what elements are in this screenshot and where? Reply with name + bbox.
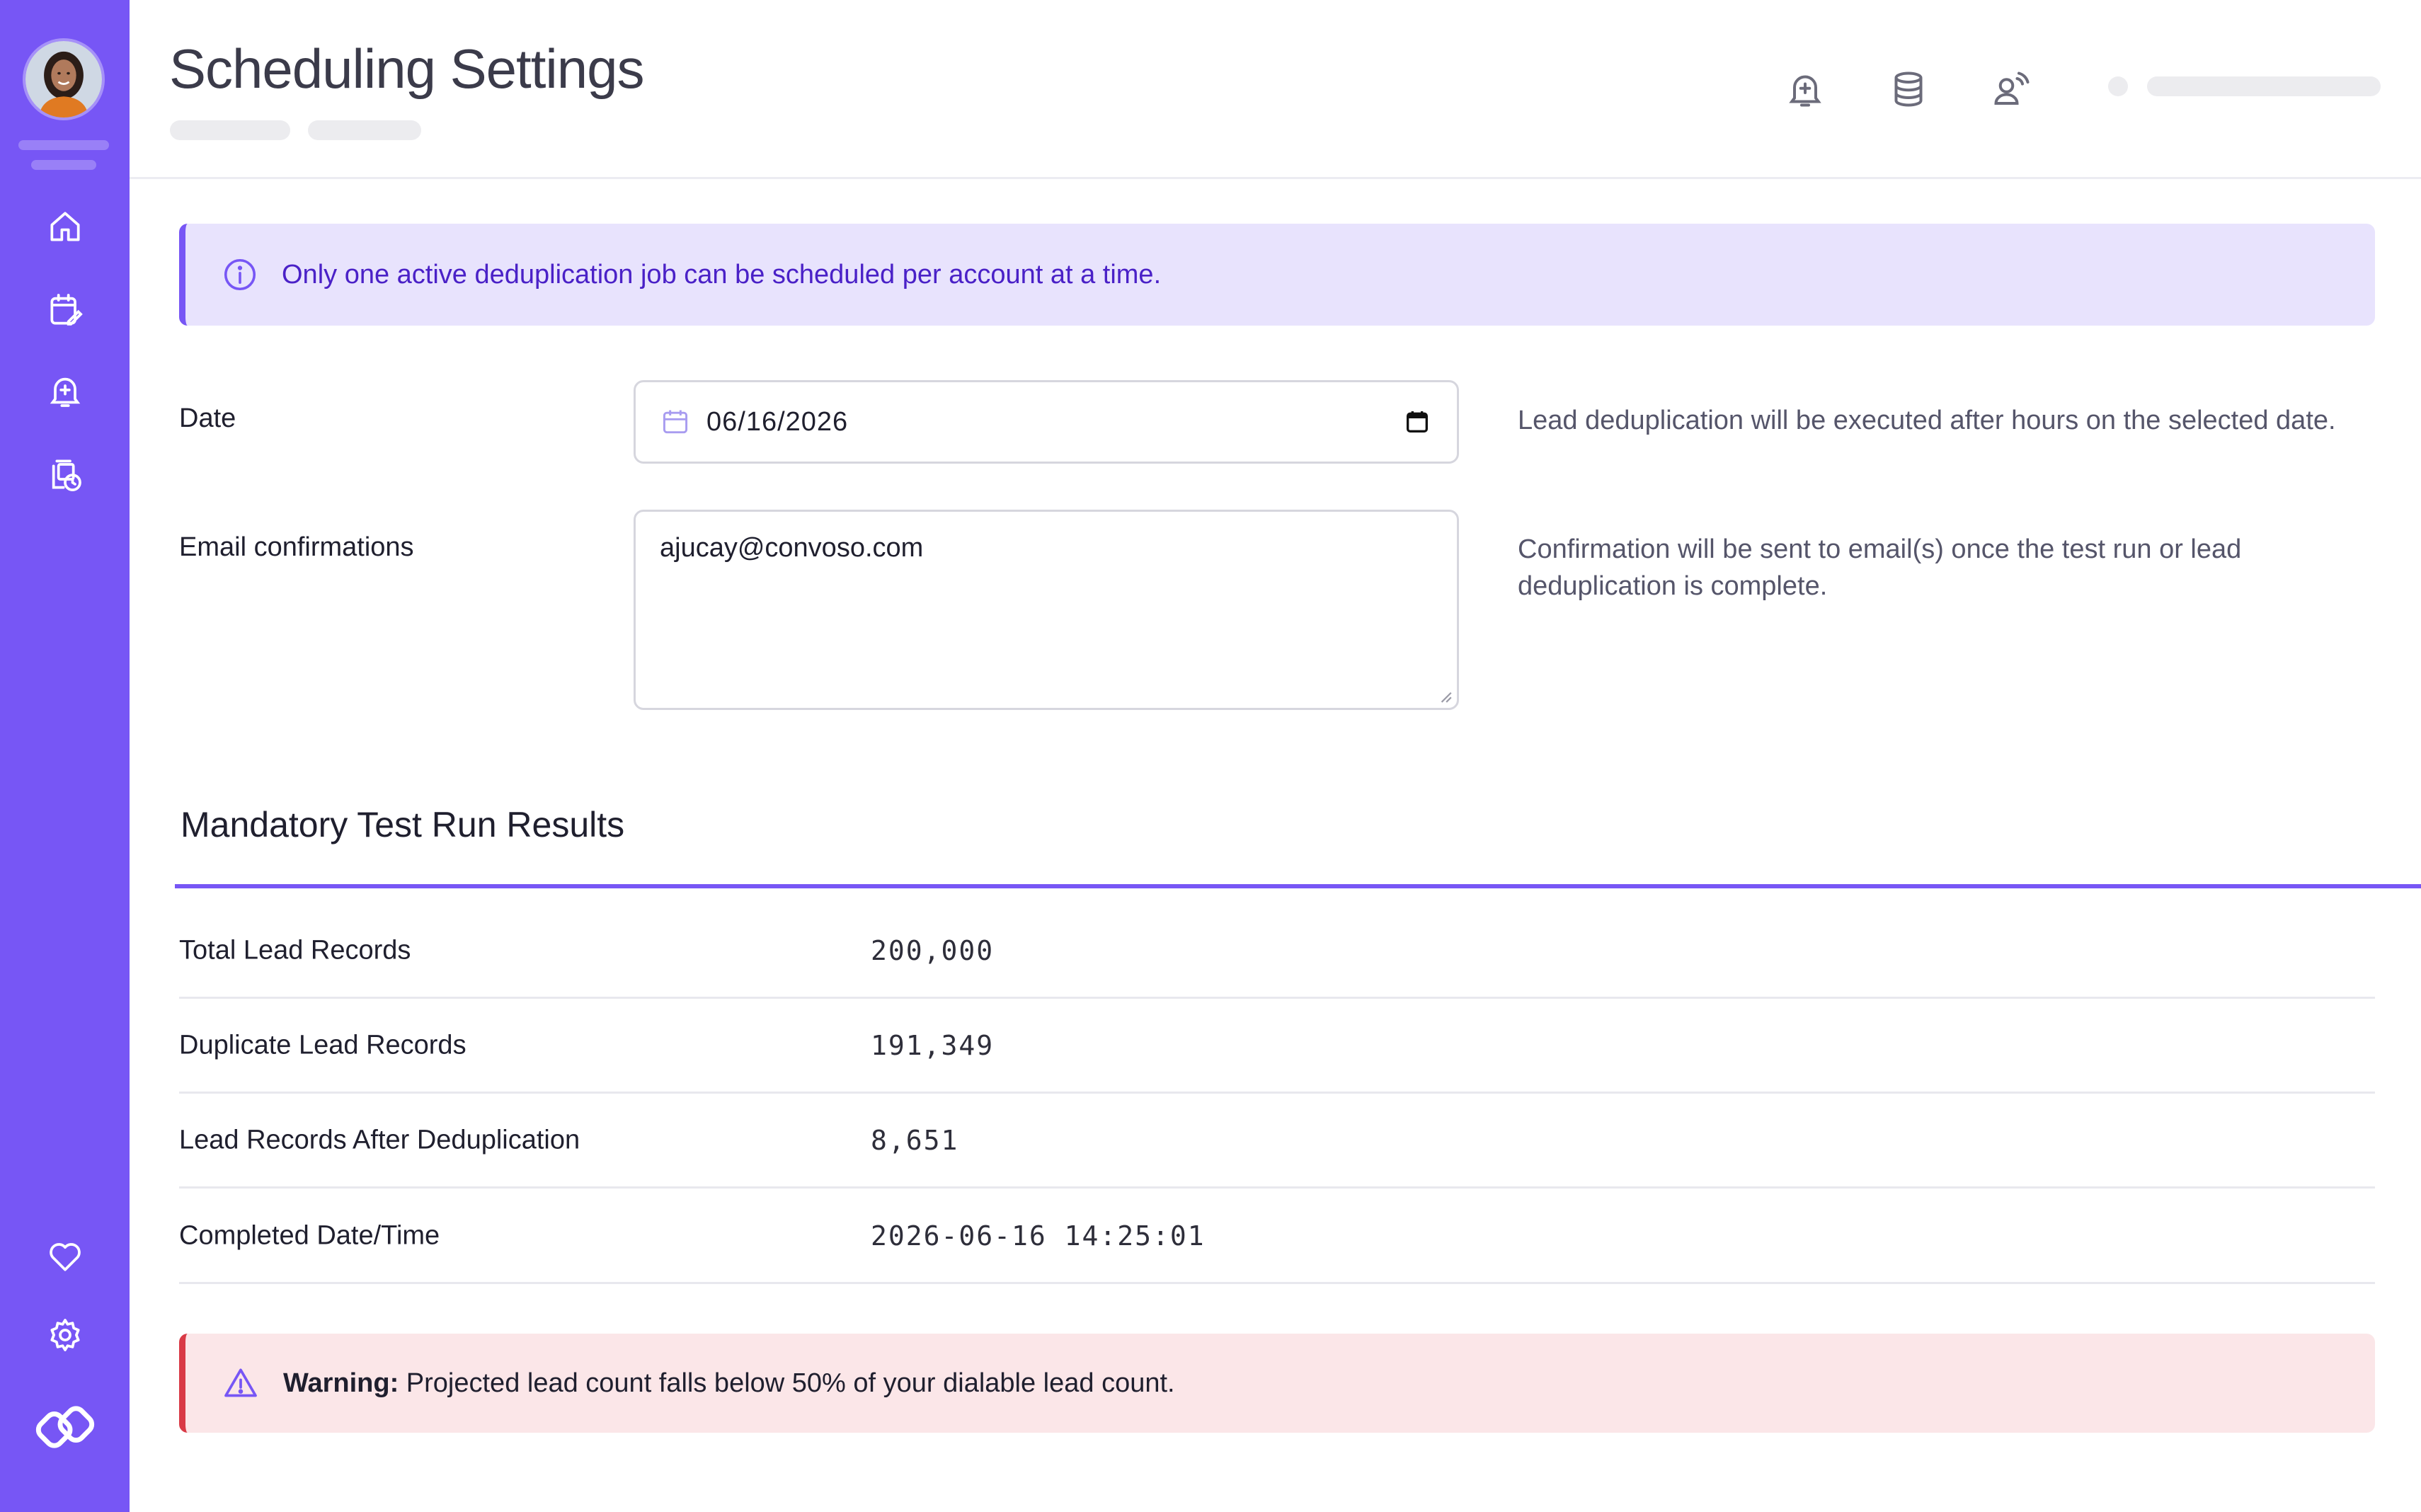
info-banner-text: Only one active deduplication job can be…	[282, 259, 1162, 290]
warning-message: Projected lead count falls below 50% of …	[399, 1368, 1175, 1398]
calendar-icon	[663, 410, 688, 434]
warning-prefix: Warning:	[283, 1368, 399, 1398]
table-row: Lead Records After Deduplication 8,651	[179, 1094, 2375, 1189]
breadcrumb-skeleton	[170, 120, 290, 140]
sidebar	[0, 0, 130, 1512]
result-value: 191,349	[871, 1029, 995, 1061]
email-help-line: Confirmation will be sent to email(s) on…	[1518, 534, 2242, 564]
email-field[interactable]: ajucay@convoso.com	[634, 510, 1459, 710]
result-label: Duplicate Lead Records	[179, 1030, 467, 1060]
results-divider	[175, 884, 2421, 888]
breadcrumb-skeleton	[308, 120, 421, 140]
result-label: Lead Records After Deduplication	[179, 1125, 580, 1155]
table-row: Completed Date/Time 2026-06-16 14:25:01	[179, 1189, 2375, 1284]
email-help-text: Confirmation will be sent to email(s) on…	[1518, 531, 2241, 605]
email-label: Email confirmations	[179, 532, 414, 562]
files-clock-icon[interactable]	[44, 453, 86, 496]
date-help-text: Lead deduplication will be executed afte…	[1518, 406, 2336, 435]
bell-plus-icon[interactable]	[44, 370, 86, 412]
avatar-image	[25, 41, 102, 118]
sidebar-skeleton	[18, 140, 109, 150]
user-name-skeleton	[2147, 76, 2381, 96]
result-value: 8,651	[871, 1124, 959, 1156]
email-help-line: deduplication is complete.	[1518, 571, 1828, 601]
info-banner: Only one active deduplication job can be…	[179, 224, 2375, 326]
heart-icon[interactable]	[44, 1235, 86, 1278]
calendar-edit-icon[interactable]	[44, 289, 86, 331]
email-value: ajucay@convoso.com	[660, 533, 924, 563]
sidebar-skeleton	[31, 160, 96, 170]
date-label: Date	[179, 403, 236, 433]
user-signal-icon[interactable]	[1986, 64, 2037, 115]
main-content: Scheduling Settings Only one active dedu…	[130, 0, 2421, 1512]
date-picker-icon[interactable]	[1403, 408, 1431, 436]
resize-handle-icon[interactable]	[1437, 688, 1453, 704]
results-title: Mandatory Test Run Results	[181, 805, 625, 844]
result-value: 200,000	[871, 934, 995, 966]
result-label: Completed Date/Time	[179, 1220, 440, 1250]
date-value: 06/16/2026	[706, 406, 849, 437]
result-value: 2026-06-16 14:25:01	[871, 1220, 1206, 1252]
gear-icon[interactable]	[44, 1314, 86, 1356]
user-avatar[interactable]	[23, 38, 105, 120]
warning-banner: Warning: Projected lead count falls belo…	[179, 1334, 2375, 1433]
date-input[interactable]: 06/16/2026	[634, 380, 1459, 464]
bell-plus-icon[interactable]	[1780, 64, 1831, 115]
warning-triangle-icon	[224, 1368, 257, 1397]
page-title: Scheduling Settings	[169, 38, 644, 100]
table-row: Total Lead Records 200,000	[179, 904, 2375, 999]
home-icon[interactable]	[44, 205, 86, 248]
info-icon	[224, 258, 256, 291]
warning-text: Warning: Projected lead count falls belo…	[283, 1368, 1175, 1399]
app-logo-icon[interactable]	[31, 1393, 99, 1461]
page-header: Scheduling Settings	[130, 0, 2421, 179]
result-label: Total Lead Records	[179, 935, 411, 965]
table-row: Duplicate Lead Records 191,349	[179, 999, 2375, 1094]
database-icon[interactable]	[1883, 64, 1934, 115]
user-status-dot	[2108, 76, 2128, 96]
